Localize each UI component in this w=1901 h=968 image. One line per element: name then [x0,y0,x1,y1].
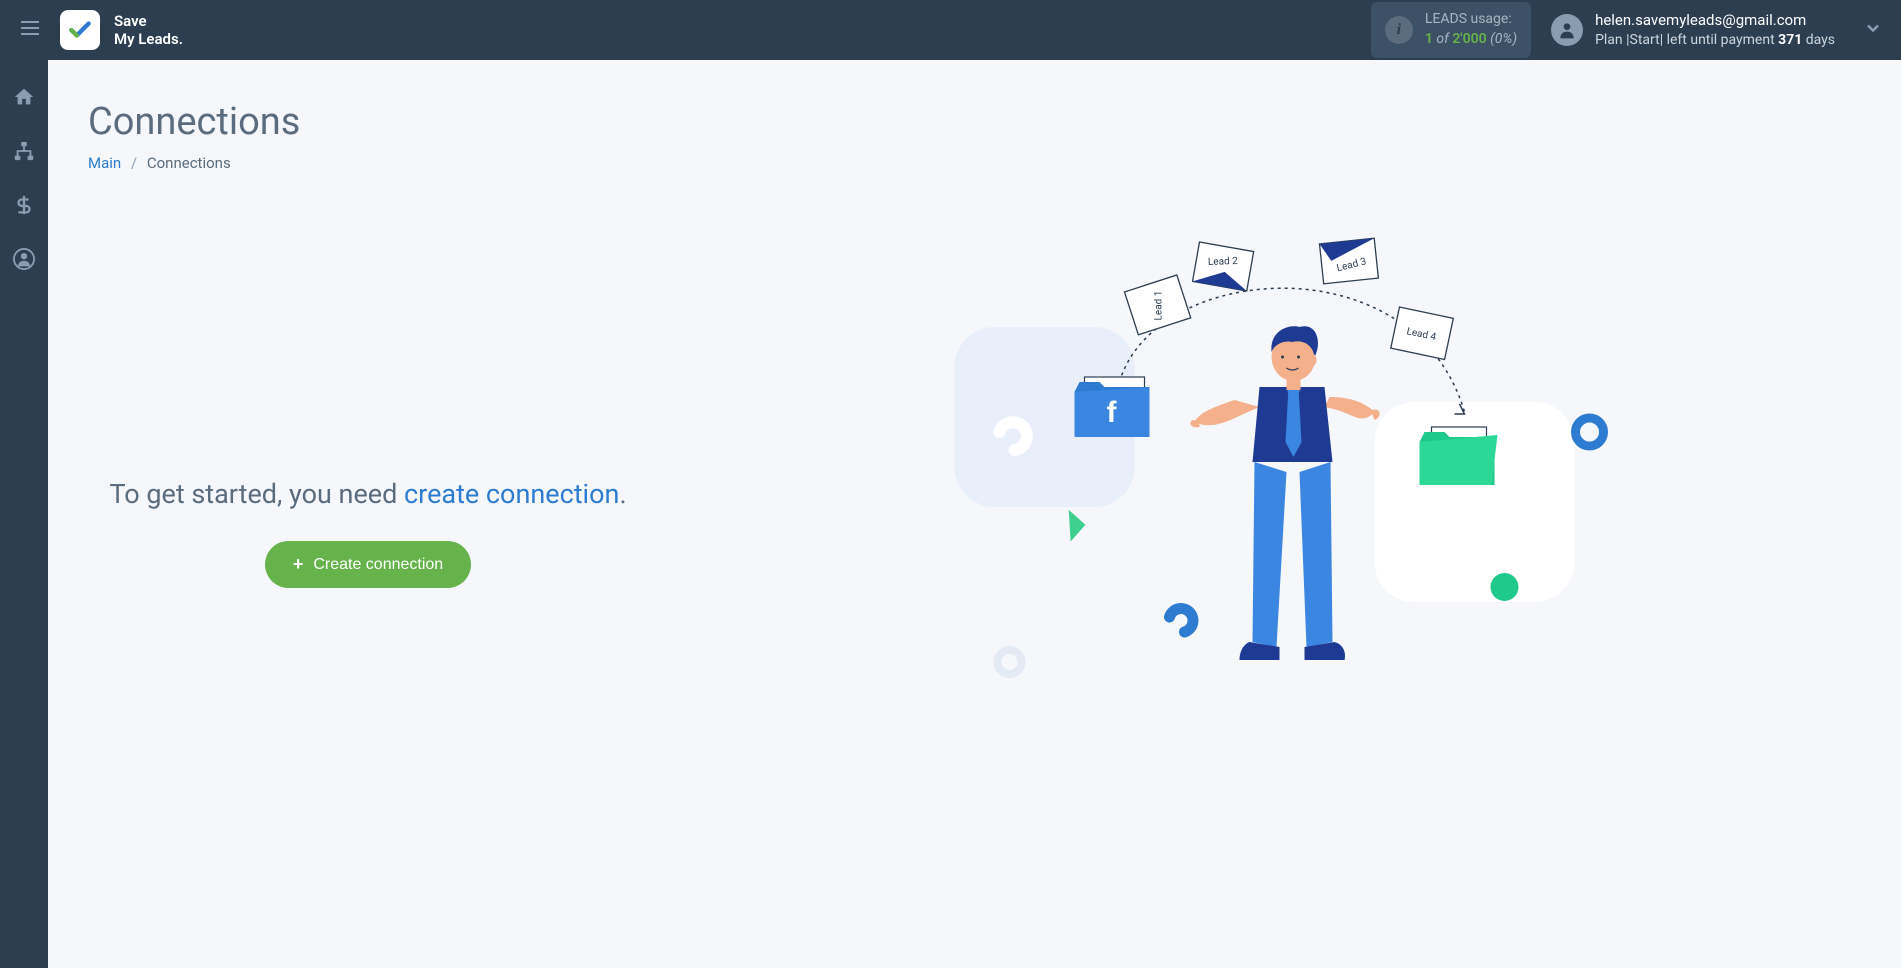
leads-percent: (0%) [1490,31,1517,47]
logo-line1: Save [114,12,183,30]
logo-line2: My Leads. [114,30,183,48]
sidebar-item-account[interactable] [0,242,48,276]
info-icon: i [1385,16,1413,44]
user-plan: Plan |Start| left until payment 371 days [1595,31,1835,51]
leads-total: 2'000 [1452,31,1486,47]
user-email: helen.savemyleads@gmail.com [1595,10,1835,31]
leads-usage-box[interactable]: i LEADS usage: 1 of 2'000 (0%) [1371,2,1531,57]
breadcrumb-current: Connections [147,154,231,172]
svg-text:Lead 1: Lead 1 [1153,291,1164,321]
svg-text:Lead 2: Lead 2 [1208,256,1239,268]
main-content: Connections Main / Connections To get st… [48,60,1901,968]
illustration: Lead 1 Lead 2 Lead 3 Lead 4 [688,232,1861,732]
menu-toggle[interactable] [10,8,50,52]
plus-icon: + [293,554,304,575]
plan-prefix: Plan |Start| left until payment [1595,32,1778,48]
leads-count: 1 [1425,31,1433,47]
user-account-box[interactable]: helen.savemyleads@gmail.com Plan |Start|… [1541,10,1845,51]
user-info: helen.savemyleads@gmail.com Plan |Start|… [1595,10,1835,51]
app-header: Save My Leads. i LEADS usage: 1 of 2'000… [0,0,1901,60]
cta-prefix: To get started, you need [109,478,404,510]
sidebar-item-home[interactable] [0,80,48,114]
leads-of: of [1436,31,1448,47]
cta-suffix: . [619,478,626,510]
breadcrumb-separator: / [131,154,137,172]
plan-suffix: days [1802,32,1835,48]
svg-text:f: f [1107,396,1118,429]
sidebar [0,60,48,968]
breadcrumb-main-link[interactable]: Main [88,154,121,172]
sidebar-item-billing[interactable] [0,188,48,222]
create-connection-link[interactable]: create connection [404,478,619,510]
avatar-icon [1551,14,1583,46]
breadcrumb: Main / Connections [88,154,1861,172]
cta-text: To get started, you need create connecti… [88,476,648,514]
logo-text: Save My Leads. [114,12,183,48]
page-title: Connections [88,100,1861,144]
plan-days: 371 [1778,32,1802,48]
sidebar-item-connections[interactable] [0,134,48,168]
logo-icon[interactable] [60,10,100,50]
chevron-down-icon[interactable] [1855,10,1891,50]
leads-label: LEADS usage: [1425,10,1517,30]
create-connection-button[interactable]: + Create connection [265,541,471,588]
create-button-label: Create connection [313,556,443,574]
leads-usage-text: LEADS usage: 1 of 2'000 (0%) [1425,10,1517,49]
cta-area: To get started, you need create connecti… [88,376,648,589]
